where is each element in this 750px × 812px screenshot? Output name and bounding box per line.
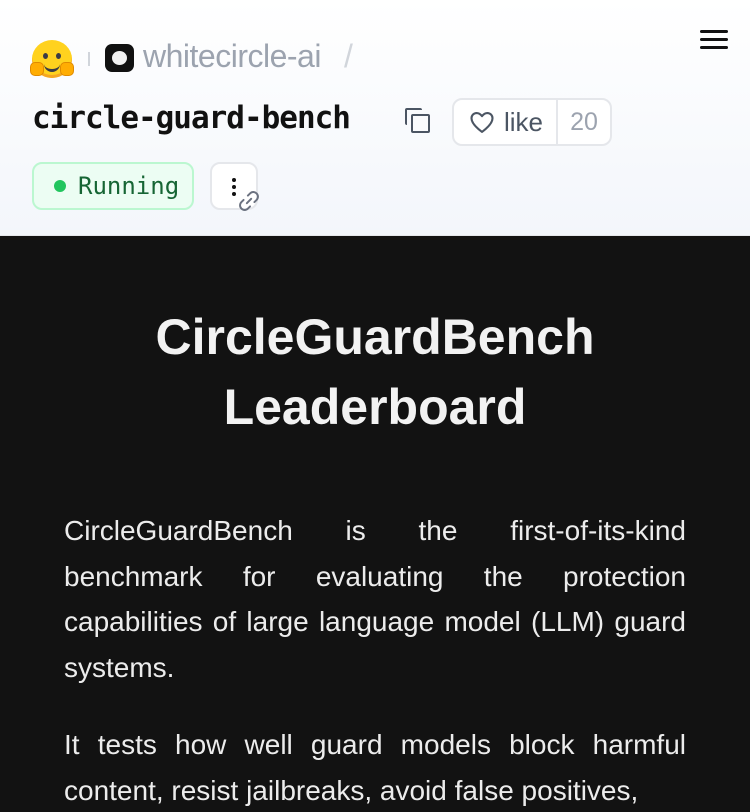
hugging-face-hand-right: [60, 62, 74, 76]
space-header: whitecircle-ai / circle-guard-bench like…: [0, 0, 750, 236]
link-icon[interactable]: [236, 188, 262, 214]
heart-icon: [470, 111, 494, 133]
divider: [88, 52, 90, 66]
status-dot-icon: [54, 180, 66, 192]
status-badge[interactable]: Running: [32, 162, 194, 210]
like-toggle[interactable]: like: [454, 100, 558, 144]
repo-name[interactable]: circle-guard-bench: [32, 100, 351, 136]
description-paragraph: It tests how well guard models block har…: [64, 729, 686, 806]
space-app-content: CircleGuardBench Leaderboard CircleGuard…: [0, 236, 750, 812]
title-line-1: CircleGuardBench: [155, 309, 595, 365]
like-label: like: [504, 106, 544, 137]
title-line-2: Leaderboard: [223, 379, 527, 435]
org-name-link[interactable]: whitecircle-ai: [143, 38, 321, 75]
page-title: CircleGuardBench Leaderboard: [0, 302, 750, 442]
hamburger-menu-icon[interactable]: [700, 30, 728, 50]
org-avatar[interactable]: [105, 44, 134, 72]
hugging-face-hand-left: [30, 62, 44, 76]
copy-icon[interactable]: [405, 108, 430, 133]
like-button[interactable]: like 20: [452, 98, 612, 146]
status-text: Running: [78, 172, 180, 200]
intro-paragraph: CircleGuardBench is the first-of-its-kin…: [64, 515, 686, 683]
like-count[interactable]: 20: [558, 100, 610, 144]
breadcrumb-separator: /: [344, 38, 353, 74]
